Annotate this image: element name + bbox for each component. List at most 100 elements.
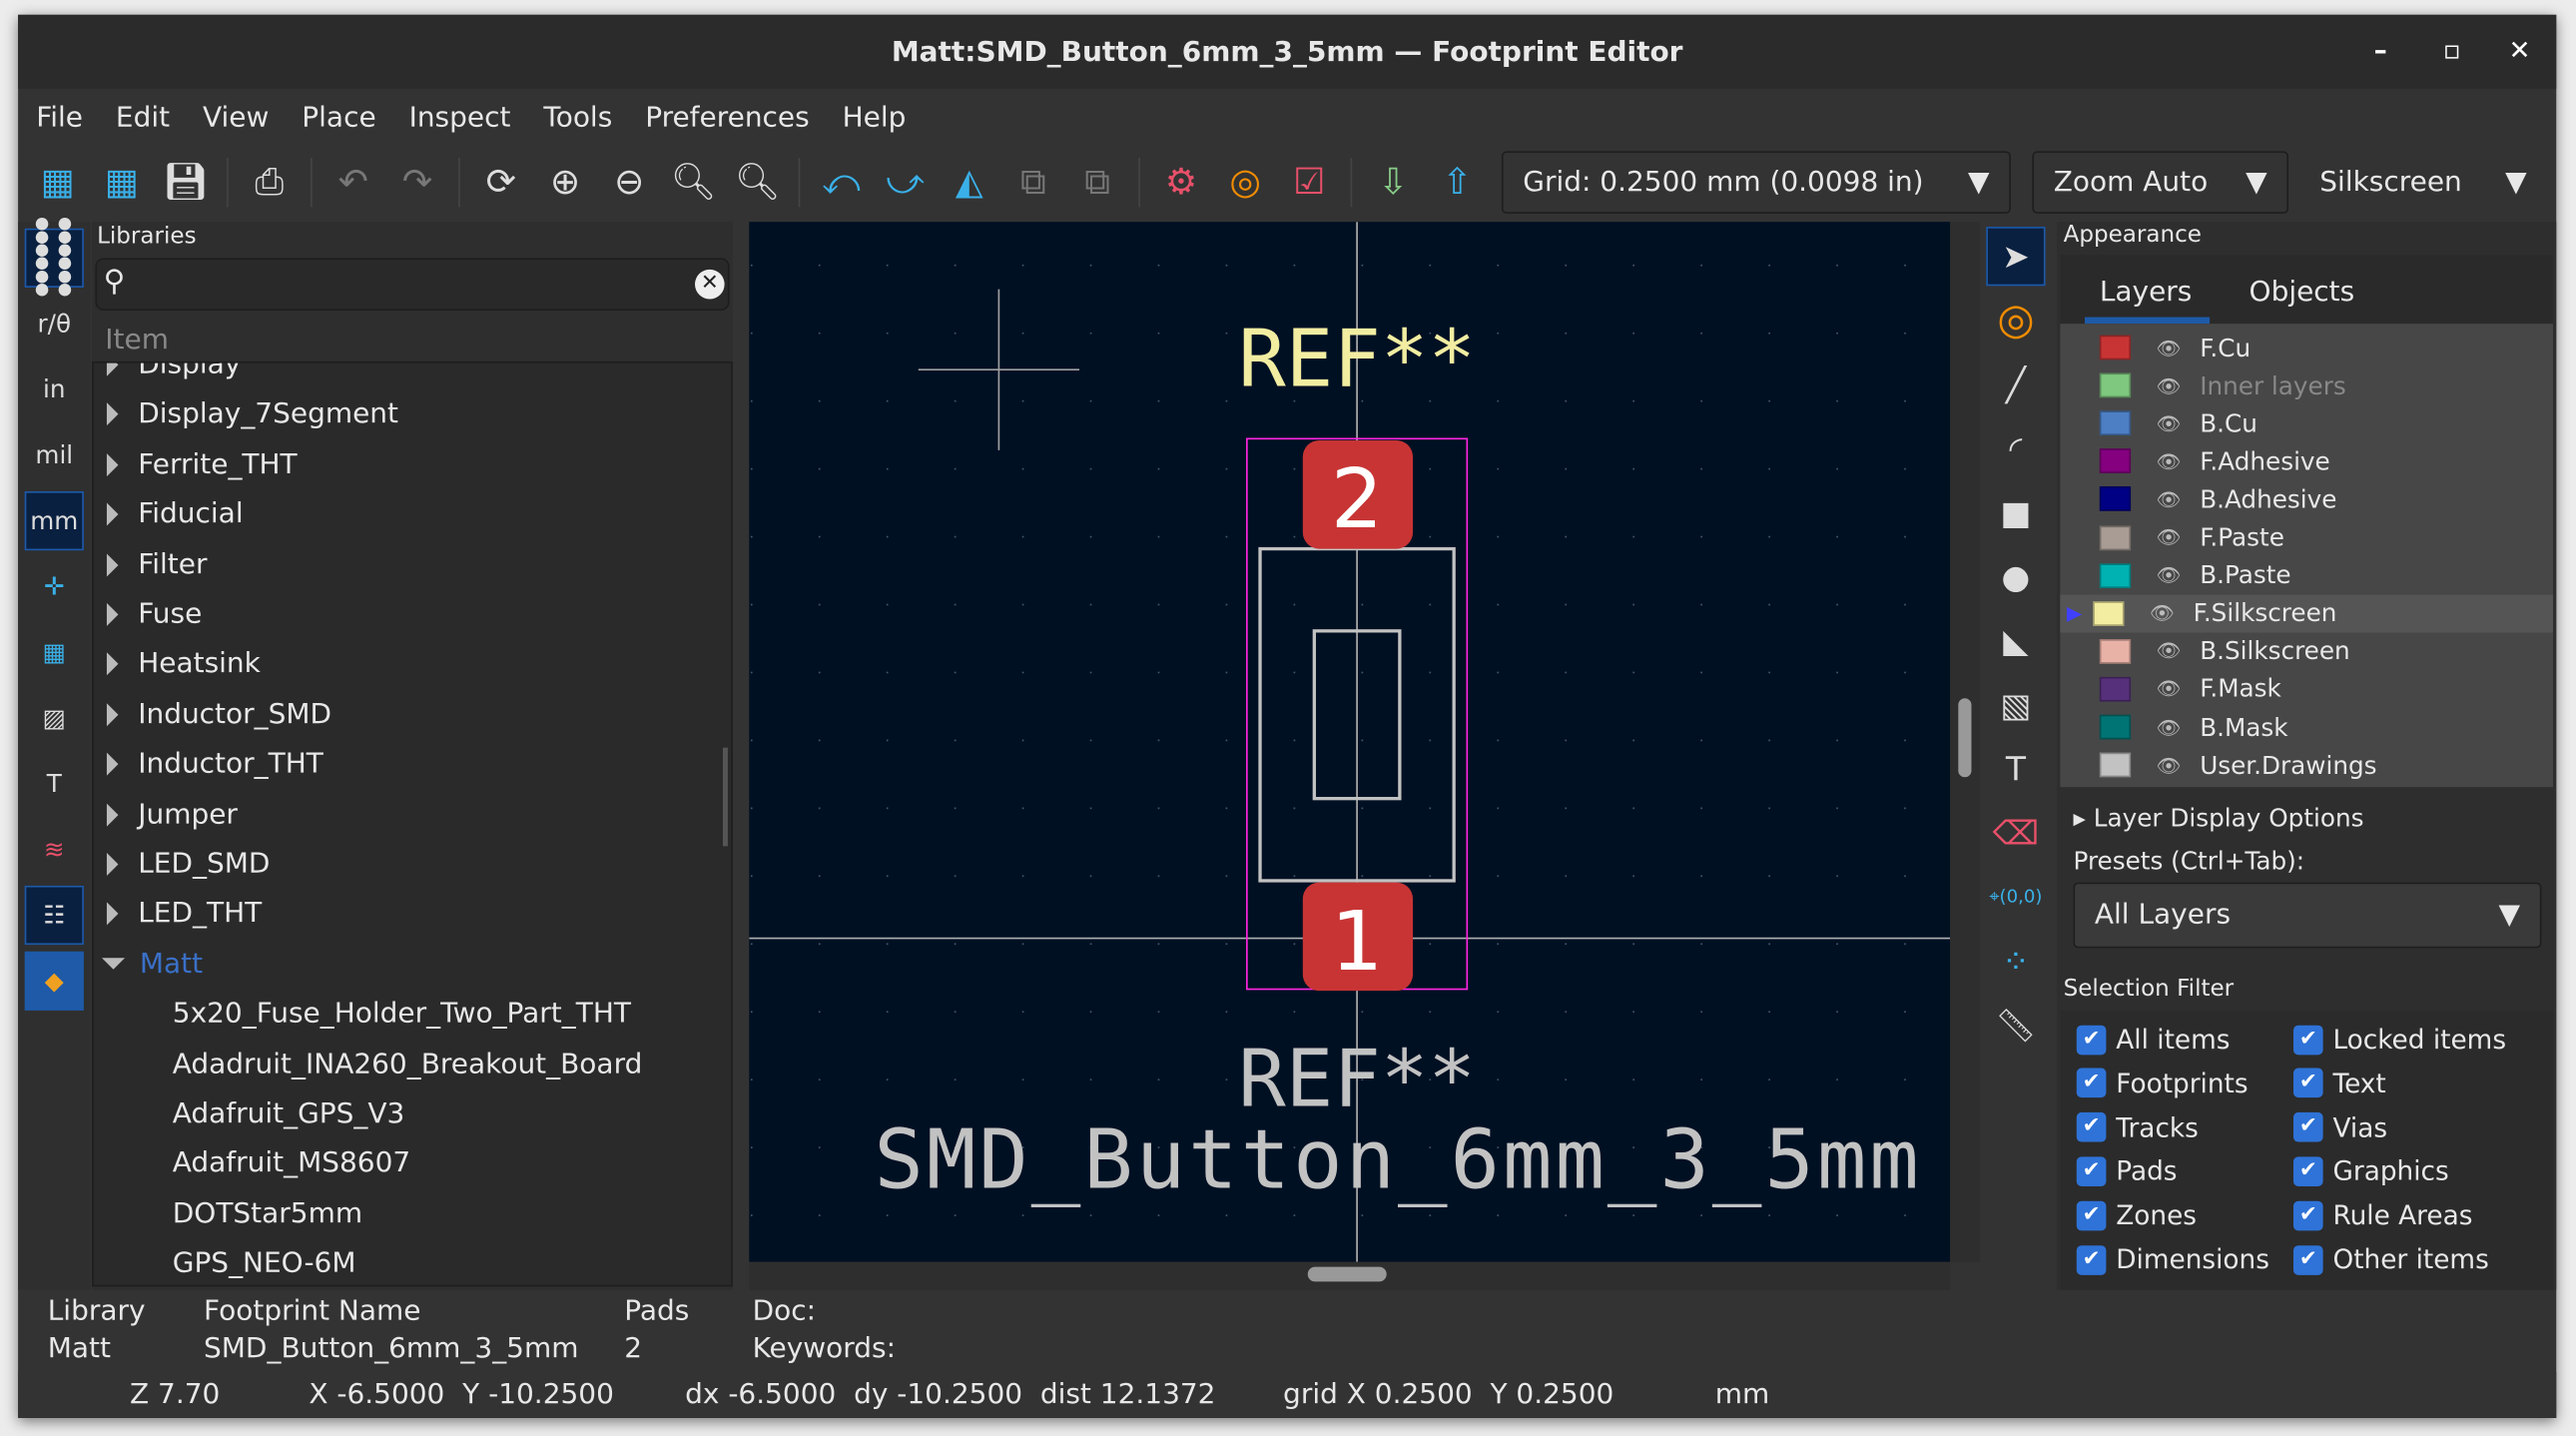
ungroup-icon[interactable]: ⧉ <box>1071 156 1124 209</box>
eye-icon[interactable]: 👁︎ <box>2151 373 2187 396</box>
zoom-out-icon[interactable]: ⊖ <box>603 156 656 209</box>
eye-icon[interactable]: 👁︎ <box>2151 564 2187 587</box>
layer-color-swatch[interactable] <box>2099 752 2132 778</box>
library-item[interactable]: LED_THT <box>94 890 262 939</box>
vertical-scroll-thumb[interactable] <box>1958 698 1972 778</box>
eye-icon[interactable]: 👁︎ <box>2151 716 2187 739</box>
add-text-icon[interactable]: T <box>1986 739 2045 798</box>
filter-checkbox[interactable]: ✔ Rule Areas <box>2292 1199 2472 1231</box>
close-button[interactable]: ✕ <box>2509 35 2531 66</box>
menu-file[interactable]: File <box>36 102 83 135</box>
layer-color-swatch[interactable] <box>2093 600 2125 626</box>
filter-checkbox[interactable]: ✔ Text <box>2292 1068 2386 1098</box>
library-search-input[interactable]: ⚲ ✕ <box>95 258 730 311</box>
cursor-crosshair-icon[interactable]: ✛ <box>25 557 84 616</box>
footprint-item[interactable]: 5x20_Fuse_Holder_Two_Part_THT <box>173 990 631 1039</box>
library-item[interactable]: Fiducial <box>94 490 244 539</box>
filter-checkbox[interactable]: ✔ Dimensions <box>2076 1244 2269 1275</box>
pad-outline-icon[interactable]: ▦ <box>25 623 84 682</box>
measure-tool-icon[interactable]: 📏︎ <box>1986 996 2045 1055</box>
graphic-outline-icon[interactable]: ▨ <box>25 688 84 747</box>
horizontal-scrollbar[interactable] <box>749 1261 1951 1290</box>
rotate-ccw-icon[interactable]: ⤺ <box>815 156 868 209</box>
clear-search-icon[interactable]: ✕ <box>695 269 725 300</box>
polar-coords-icon[interactable]: r/θ <box>25 295 84 354</box>
layer-color-swatch[interactable] <box>2099 562 2132 588</box>
layer-color-swatch[interactable] <box>2099 524 2132 550</box>
layer-select[interactable]: Silkscreen ▼ <box>2299 151 2547 214</box>
units-mil-icon[interactable]: mil <box>25 425 84 484</box>
library-item[interactable]: Heatsink <box>94 640 261 689</box>
collapsed-arrow-icon[interactable] <box>106 402 119 426</box>
load-from-board-icon[interactable]: ⇩ <box>1367 156 1420 209</box>
footprint-item[interactable]: Adadruit_INA260_Breakout_Board <box>173 1040 643 1088</box>
layer-row[interactable]: 👁︎ B.Adhesive <box>2067 480 2553 518</box>
layer-row[interactable]: 👁︎ Inner layers <box>2067 366 2553 404</box>
filter-checkbox[interactable]: ✔ Footprints <box>2076 1068 2249 1098</box>
layer-row[interactable]: 👁︎ F.Paste <box>2067 518 2553 556</box>
menu-inspect[interactable]: Inspect <box>409 102 511 135</box>
collapsed-arrow-icon[interactable] <box>106 852 119 876</box>
zoom-in-icon[interactable]: ⊕ <box>539 156 592 209</box>
text-outline-icon[interactable]: T <box>25 754 84 813</box>
draw-rectangle-icon[interactable]: ■ <box>1986 483 2045 542</box>
footprint-item[interactable]: Adafruit_MS8607 <box>173 1139 410 1188</box>
layer-row[interactable]: 👁︎ F.Adhesive <box>2067 442 2553 480</box>
undo-icon[interactable]: ↶ <box>326 156 379 209</box>
print-icon[interactable]: ⎙ <box>244 156 297 209</box>
filter-checkbox[interactable]: ✔ All items <box>2076 1024 2230 1055</box>
add-rule-area-icon[interactable]: ▧ <box>1986 675 2045 734</box>
eye-icon[interactable]: 👁︎ <box>2151 336 2187 359</box>
mirror-icon[interactable]: ◭ <box>943 156 995 209</box>
layer-color-swatch[interactable] <box>2099 410 2132 436</box>
footprint-item[interactable]: DOTStar5mm <box>173 1189 362 1238</box>
libraries-tree-icon[interactable]: ☷ <box>24 885 84 946</box>
save-icon[interactable]: 💾︎ <box>160 156 213 209</box>
library-item[interactable]: Display <box>94 362 242 389</box>
footprint-item[interactable]: Adafruit_GPS_V3 <box>173 1089 405 1138</box>
layer-row[interactable]: 👁︎ F.Cu <box>2067 329 2553 366</box>
filter-checkbox[interactable]: ✔ Other items <box>2292 1244 2489 1275</box>
eye-icon[interactable]: 👁︎ <box>2151 754 2187 777</box>
units-mm-icon[interactable]: mm <box>24 490 84 551</box>
library-item[interactable]: Display_7Segment <box>94 390 398 439</box>
footprint-properties-icon[interactable]: ⚙ <box>1155 156 1208 209</box>
layer-color-swatch[interactable] <box>2099 335 2132 360</box>
grid-select[interactable]: Grid: 0.2500 mm (0.0098 in) ▼ <box>1501 151 2011 214</box>
select-arrow-icon[interactable]: ➤ <box>1986 227 2046 287</box>
layer-color-swatch[interactable] <box>2099 372 2132 398</box>
presets-select[interactable]: All Layers ▼ <box>2073 882 2542 949</box>
filter-checkbox[interactable]: ✔ Vias <box>2292 1111 2387 1143</box>
expanded-arrow-icon[interactable] <box>102 958 126 971</box>
menu-edit[interactable]: Edit <box>116 102 170 135</box>
group-icon[interactable]: ⧉ <box>1007 156 1060 209</box>
layer-row[interactable]: 👁︎ B.Mask <box>2067 708 2553 746</box>
layer-row[interactable]: 👁︎ B.Paste <box>2067 556 2553 594</box>
maximize-button[interactable]: ▫ <box>2443 35 2461 66</box>
menu-help[interactable]: Help <box>843 102 907 135</box>
menu-preferences[interactable]: Preferences <box>645 102 810 135</box>
units-inch-icon[interactable]: in <box>25 359 84 418</box>
vertical-scrollbar[interactable] <box>1950 222 1980 1262</box>
collapsed-arrow-icon[interactable] <box>106 502 119 526</box>
eye-icon[interactable]: 👁︎ <box>2151 411 2187 434</box>
collapsed-arrow-icon[interactable] <box>106 752 119 776</box>
add-pad-icon[interactable]: ◎ <box>1986 291 2045 350</box>
layer-color-swatch[interactable] <box>2099 676 2132 702</box>
layer-color-swatch[interactable] <box>2099 638 2132 664</box>
grid-toggle-icon[interactable]: ● ● ● ● ● ● ● ● ● ● ● ● <box>24 216 84 299</box>
layer-color-swatch[interactable] <box>2099 714 2132 740</box>
new-footprint-icon[interactable]: ▦ <box>31 156 84 209</box>
draw-arc-icon[interactable]: ◜ <box>1986 419 2045 478</box>
eye-icon[interactable]: 👁︎ <box>2151 640 2187 663</box>
zoom-selection-icon[interactable]: 🔍︎ <box>731 156 784 209</box>
horizontal-scroll-thumb[interactable] <box>1307 1266 1387 1282</box>
footprint-item[interactable]: GPS_NEO-6M <box>173 1239 356 1285</box>
collapsed-arrow-icon[interactable] <box>106 652 119 676</box>
collapsed-arrow-icon[interactable] <box>106 452 119 476</box>
footprint-checker-icon[interactable]: ☑ <box>1283 156 1336 209</box>
zoom-fit-icon[interactable]: 🔍︎ <box>667 156 720 209</box>
high-contrast-icon[interactable]: ≋ <box>25 820 84 879</box>
collapsed-arrow-icon[interactable] <box>106 552 119 576</box>
collapsed-arrow-icon[interactable] <box>106 702 119 726</box>
